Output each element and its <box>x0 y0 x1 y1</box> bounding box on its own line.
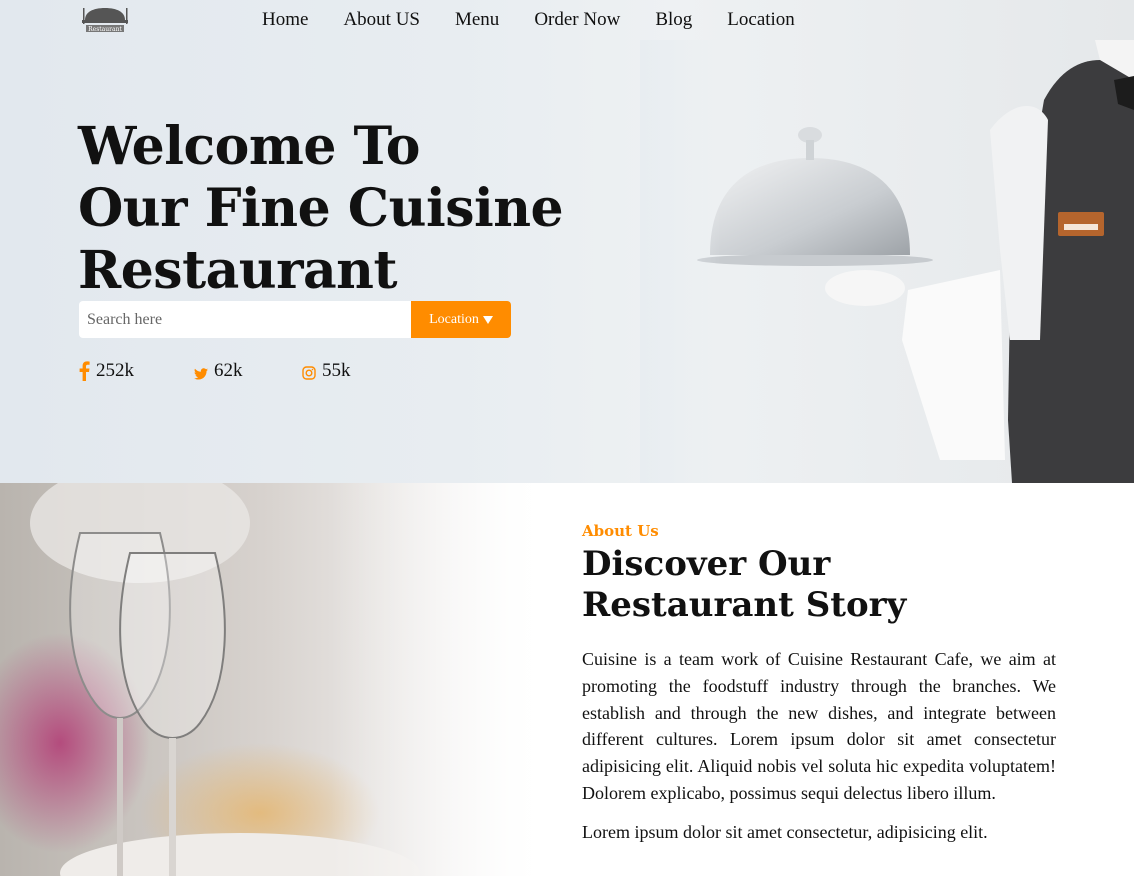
hero-title-line: Welcome To <box>78 116 420 177</box>
about-title-line: Restaurant Story <box>582 585 907 625</box>
hero-title-line: Our Fine Cuisine <box>78 178 564 239</box>
facebook-icon <box>79 361 90 381</box>
facebook-count: 252k <box>96 360 134 381</box>
instagram-icon <box>302 363 316 380</box>
restaurant-logo[interactable]: Restaurant <box>80 6 130 34</box>
nav-link-order-now[interactable]: Order Now <box>534 9 620 31</box>
about-paragraph: Cuisine is a team work of Cuisine Restau… <box>582 649 1056 803</box>
hero-section: Restaurant Home About US Menu Order Now … <box>0 0 1134 483</box>
search-bar: Location <box>79 301 511 338</box>
hero-title: Welcome To Our Fine Cuisine Restaurant <box>78 116 564 302</box>
location-dropdown-button[interactable]: Location <box>411 301 511 338</box>
nav-link-blog[interactable]: Blog <box>655 9 692 31</box>
nav-links: Home About US Menu Order Now Blog Locati… <box>262 9 830 31</box>
about-section: About Us Discover Our Restaurant Story C… <box>582 520 1056 846</box>
location-button-label: Location <box>429 311 479 327</box>
nav-link-home[interactable]: Home <box>262 9 308 31</box>
social-twitter[interactable]: 62k <box>194 360 243 382</box>
about-paragraph: Lorem ipsum dolor sit amet consectetur, … <box>582 821 988 842</box>
search-input[interactable] <box>79 301 411 338</box>
wine-glasses-image <box>0 483 600 876</box>
nav-link-location[interactable]: Location <box>727 9 795 31</box>
main-nav: Restaurant Home About US Menu Order Now … <box>0 0 1134 40</box>
about-label: About Us <box>582 522 659 540</box>
nav-link-about-us[interactable]: About US <box>343 9 420 31</box>
social-instagram[interactable]: 55k <box>302 360 351 382</box>
caret-down-icon <box>482 315 493 324</box>
twitter-count: 62k <box>214 360 243 381</box>
logo-text: Restaurant <box>88 26 122 33</box>
twitter-icon <box>194 362 208 380</box>
waiter-image <box>640 40 1134 483</box>
social-facebook[interactable]: 252k <box>79 360 134 382</box>
about-title-line: Discover Our <box>582 544 831 584</box>
hero-title-line: Restaurant <box>78 240 398 301</box>
instagram-count: 55k <box>322 360 351 381</box>
nav-link-menu[interactable]: Menu <box>455 9 499 31</box>
about-title: Discover Our Restaurant Story <box>582 544 1056 626</box>
